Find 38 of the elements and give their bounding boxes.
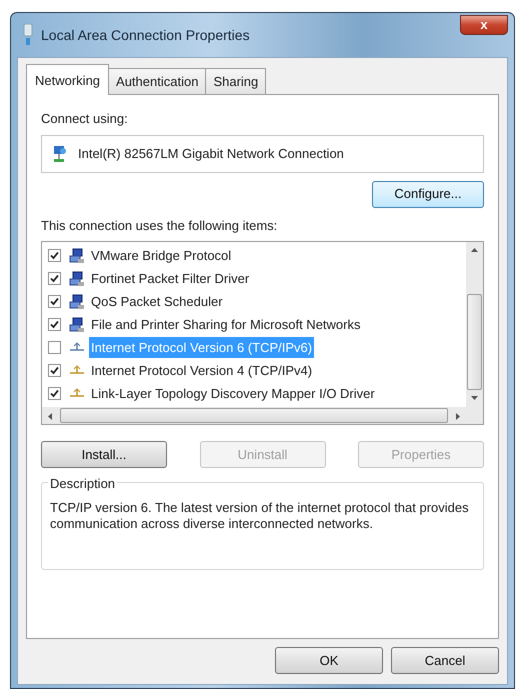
window-title: Local Area Connection Properties [41, 26, 250, 45]
list-item[interactable]: File and Printer Sharing for Microsoft Networks [89, 314, 362, 336]
dialog-button[interactable]: OK [275, 647, 383, 674]
item-button[interactable]: Install... [41, 441, 167, 468]
vertical-scrollbar[interactable] [466, 242, 483, 424]
network-adapter-icon [52, 144, 68, 162]
items-label: This connection uses the following items: [41, 216, 278, 235]
checkbox[interactable] [48, 249, 61, 262]
description-text: TCP/IP version 6. The latest version of the internet protocol that provides communication across diverse interconnected networks. [50, 500, 470, 532]
computer-network-icon [69, 316, 85, 332]
checkbox[interactable] [48, 318, 61, 331]
tab[interactable]: Sharing [205, 68, 266, 94]
computer-network-icon [69, 294, 85, 310]
scroll-right-icon[interactable] [456, 413, 460, 420]
configure-button[interactable]: Configure... [372, 180, 484, 208]
computer-network-icon [69, 248, 85, 264]
checkbox[interactable] [48, 295, 61, 308]
checkbox[interactable] [48, 364, 61, 377]
scroll-up-icon[interactable] [471, 248, 478, 252]
network-icon [23, 24, 33, 46]
tab[interactable]: Authentication [108, 68, 206, 94]
checkbox[interactable] [48, 341, 61, 354]
list-item[interactable]: QoS Packet Scheduler [89, 290, 225, 312]
checkbox[interactable] [48, 387, 61, 400]
checkbox[interactable] [48, 272, 61, 285]
list-item[interactable]: VMware Bridge Protocol [89, 244, 234, 266]
connect-using-label: Connect using: [41, 110, 129, 128]
scroll-left-icon[interactable] [48, 413, 52, 420]
dialog-button[interactable]: Cancel [391, 647, 499, 674]
adapter-name: Intel(R) 82567LM Gigabit Network Connection [78, 144, 344, 163]
list-item[interactable]: Link-Layer Topology Discovery Mapper I/O Driver [89, 382, 377, 404]
scroll-down-icon[interactable] [471, 396, 478, 400]
close-button[interactable]: x [460, 15, 508, 35]
list-item[interactable]: Fortinet Packet Filter Driver [89, 268, 252, 290]
tab[interactable]: Networking [26, 64, 110, 95]
computer-network-icon [69, 270, 85, 286]
horizontal-scrollbar[interactable] [42, 407, 466, 424]
list-item[interactable]: Internet Protocol Version 4 (TCP/IPv4) [89, 360, 314, 382]
